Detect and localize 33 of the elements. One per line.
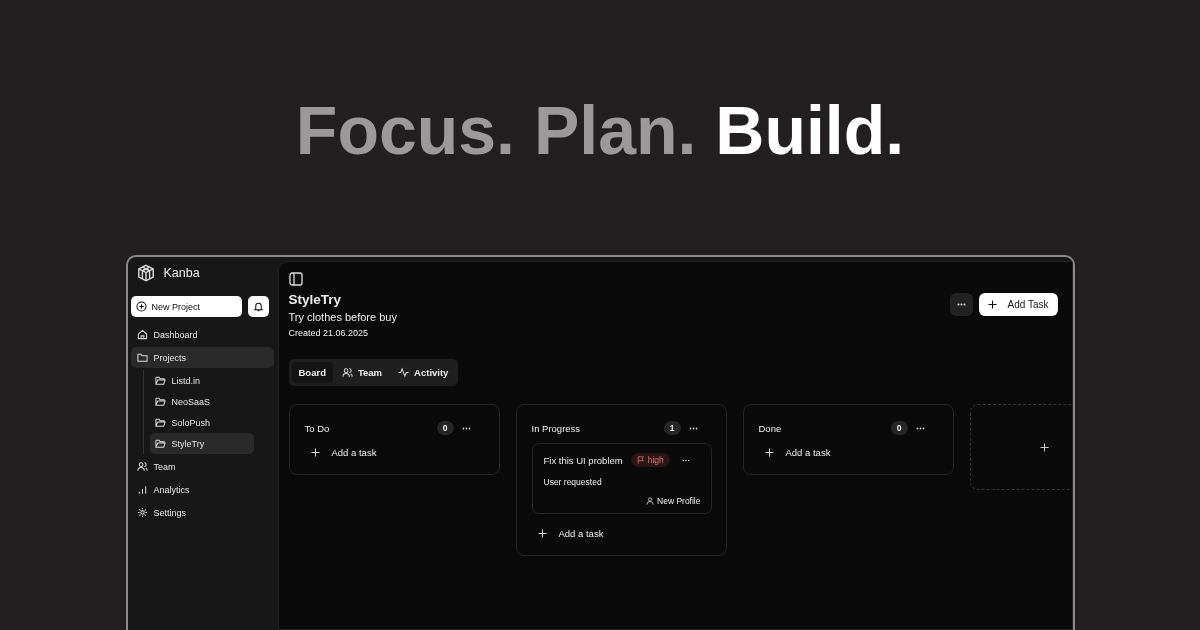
add-task-link[interactable]: Add a task bbox=[304, 443, 383, 462]
nav-item[interactable]: Settings bbox=[130, 502, 274, 523]
task-description: User requested bbox=[543, 477, 603, 487]
project-item[interactable]: NeoSaaS bbox=[149, 391, 254, 412]
app-name: Kanba bbox=[163, 266, 200, 280]
add-task-link[interactable]: Add a task bbox=[531, 524, 610, 543]
tab[interactable]: Activity bbox=[391, 362, 456, 383]
nav-item[interactable]: Projects bbox=[130, 347, 274, 368]
tab[interactable]: Board bbox=[291, 362, 333, 383]
created-date: Created 21.06.2025 bbox=[288, 328, 370, 338]
column-title: To Do bbox=[304, 422, 331, 434]
priority-badge: high bbox=[630, 453, 670, 467]
column-title: Done bbox=[758, 422, 783, 434]
project-item[interactable]: StyleTry bbox=[149, 433, 254, 454]
headline: Focus. Plan. Build. bbox=[295, 91, 905, 170]
add-task-link[interactable]: Add a task bbox=[758, 443, 837, 462]
tab[interactable]: Team bbox=[334, 362, 390, 383]
task-count: 1 bbox=[663, 421, 681, 435]
project-title: StyleTry bbox=[288, 292, 343, 307]
task-title: Fix this UI problem bbox=[543, 454, 623, 466]
assignee-name: New Profile bbox=[657, 496, 701, 506]
add-task-button[interactable]: Add Task bbox=[978, 293, 1058, 316]
nav-item[interactable]: Team bbox=[130, 456, 274, 477]
nav-item[interactable]: Dashboard bbox=[130, 324, 274, 345]
task-card[interactable]: Fix this UI problem high User requested New Profile bbox=[531, 443, 712, 514]
column-title: In Progress bbox=[531, 422, 582, 434]
project-item[interactable]: SoloPush bbox=[149, 412, 254, 433]
task-count: 0 bbox=[890, 421, 908, 435]
task-count: 0 bbox=[436, 421, 454, 435]
project-description: Try clothes before buy bbox=[288, 311, 397, 323]
nav-item[interactable]: Analytics bbox=[130, 479, 274, 500]
project-item[interactable]: Listd.in bbox=[149, 370, 254, 391]
new-project-button[interactable]: New Project bbox=[130, 296, 242, 317]
